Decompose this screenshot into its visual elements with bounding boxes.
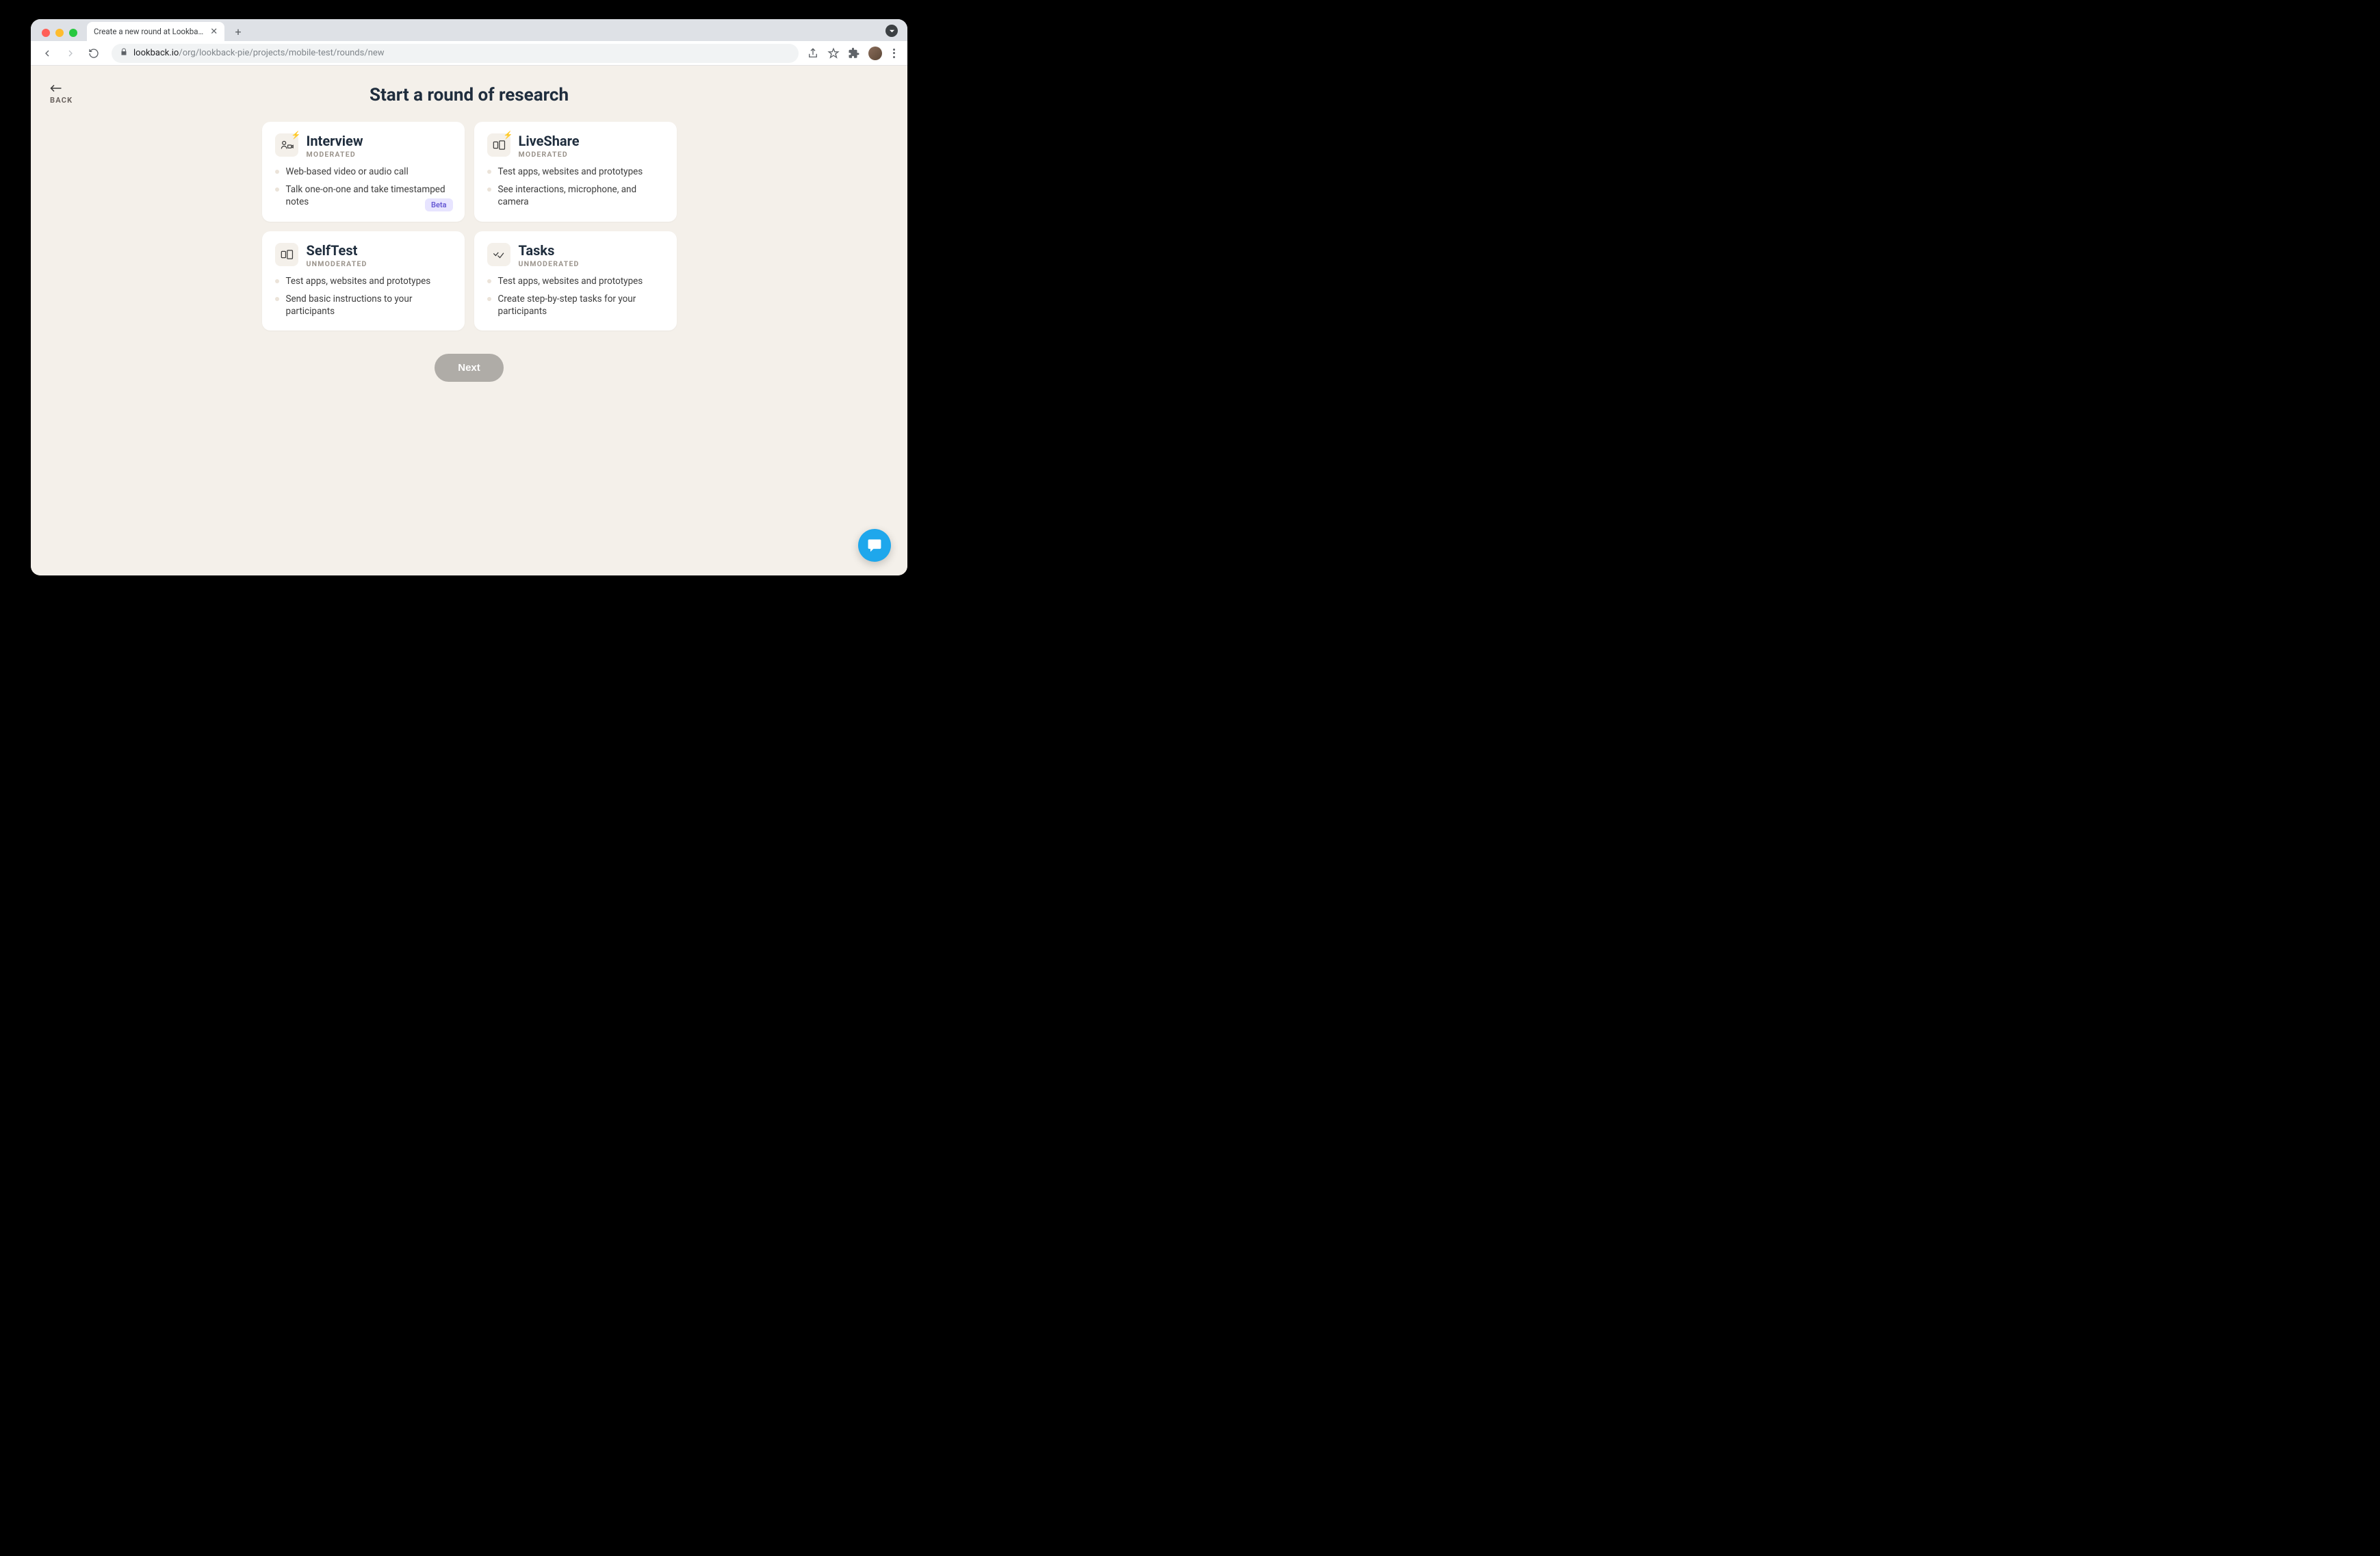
browser-menu-icon[interactable] <box>890 46 898 61</box>
tab-overflow-icon[interactable] <box>885 25 898 37</box>
card-bullet: Test apps, websites and prototypes <box>487 275 664 287</box>
research-type-grid: ⚡ Interview MODERATED Web-based video or… <box>262 122 677 330</box>
address-bar[interactable]: lookback.io/org/lookback-pie/projects/mo… <box>112 44 799 63</box>
back-label: BACK <box>50 96 73 105</box>
card-interview[interactable]: ⚡ Interview MODERATED Web-based video or… <box>262 122 465 222</box>
card-subtitle: UNMODERATED <box>307 259 367 268</box>
share-icon[interactable] <box>807 47 819 60</box>
bolt-icon: ⚡ <box>504 131 513 140</box>
card-subtitle: MODERATED <box>307 150 363 159</box>
url-host: lookback.io <box>133 48 179 58</box>
window-controls <box>38 29 83 41</box>
bookmark-star-icon[interactable] <box>827 47 840 60</box>
url-path: /org/lookback-pie/projects/mobile-test/r… <box>179 48 384 58</box>
card-bullet: Test apps, websites and prototypes <box>487 166 664 178</box>
intercom-chat-button[interactable] <box>858 529 891 562</box>
page-content: BACK Start a round of research ⚡ Intervi… <box>31 66 907 575</box>
new-tab-button[interactable]: + <box>230 23 246 40</box>
nav-back-button[interactable] <box>38 44 57 63</box>
bolt-icon: ⚡ <box>292 131 301 140</box>
toolbar-right <box>807 46 901 61</box>
browser-toolbar: lookback.io/org/lookback-pie/projects/mo… <box>31 41 907 66</box>
card-subtitle: MODERATED <box>519 150 580 159</box>
minimize-window-icon[interactable] <box>55 29 64 37</box>
profile-avatar[interactable] <box>868 47 882 60</box>
nav-reload-button[interactable] <box>84 44 103 63</box>
card-title: Interview <box>307 133 363 148</box>
back-button[interactable]: BACK <box>50 83 73 105</box>
beta-badge: Beta <box>425 198 453 211</box>
arrow-left-icon <box>50 83 62 93</box>
browser-window: Create a new round at Lookba… ✕ + lookba… <box>31 19 907 575</box>
card-title: LiveShare <box>519 133 580 148</box>
interview-icon: ⚡ <box>275 133 298 157</box>
card-bullet: Send basic instructions to your particip… <box>275 293 452 317</box>
selftest-icon <box>275 243 298 266</box>
url-text: lookback.io/org/lookback-pie/projects/mo… <box>133 48 385 58</box>
card-liveshare[interactable]: ⚡ LiveShare MODERATED Test apps, website… <box>474 122 677 222</box>
card-bullet: Test apps, websites and prototypes <box>275 275 452 287</box>
browser-tab[interactable]: Create a new round at Lookba… ✕ <box>87 22 224 41</box>
tab-title: Create a new round at Lookba… <box>94 27 203 36</box>
page-title: Start a round of research <box>31 66 907 105</box>
extensions-icon[interactable] <box>848 47 860 60</box>
card-title: Tasks <box>519 243 580 258</box>
card-selftest[interactable]: SelfTest UNMODERATED Test apps, websites… <box>262 231 465 331</box>
card-subtitle: UNMODERATED <box>519 259 580 268</box>
card-title: SelfTest <box>307 243 367 258</box>
card-bullet: See interactions, microphone, and camera <box>487 183 664 208</box>
liveshare-icon: ⚡ <box>487 133 510 157</box>
tab-bar: Create a new round at Lookba… ✕ + <box>31 19 907 41</box>
card-bullet: Create step-by-step tasks for your parti… <box>487 293 664 317</box>
next-button[interactable]: Next <box>435 354 504 382</box>
chat-icon <box>866 537 883 554</box>
nav-forward-button[interactable] <box>61 44 80 63</box>
maximize-window-icon[interactable] <box>69 29 77 37</box>
close-window-icon[interactable] <box>42 29 50 37</box>
card-bullet: Web-based video or audio call <box>275 166 452 178</box>
close-tab-icon[interactable]: ✕ <box>210 27 218 37</box>
card-tasks[interactable]: Tasks UNMODERATED Test apps, websites an… <box>474 231 677 331</box>
lock-icon <box>120 48 128 59</box>
tasks-icon <box>487 243 510 266</box>
